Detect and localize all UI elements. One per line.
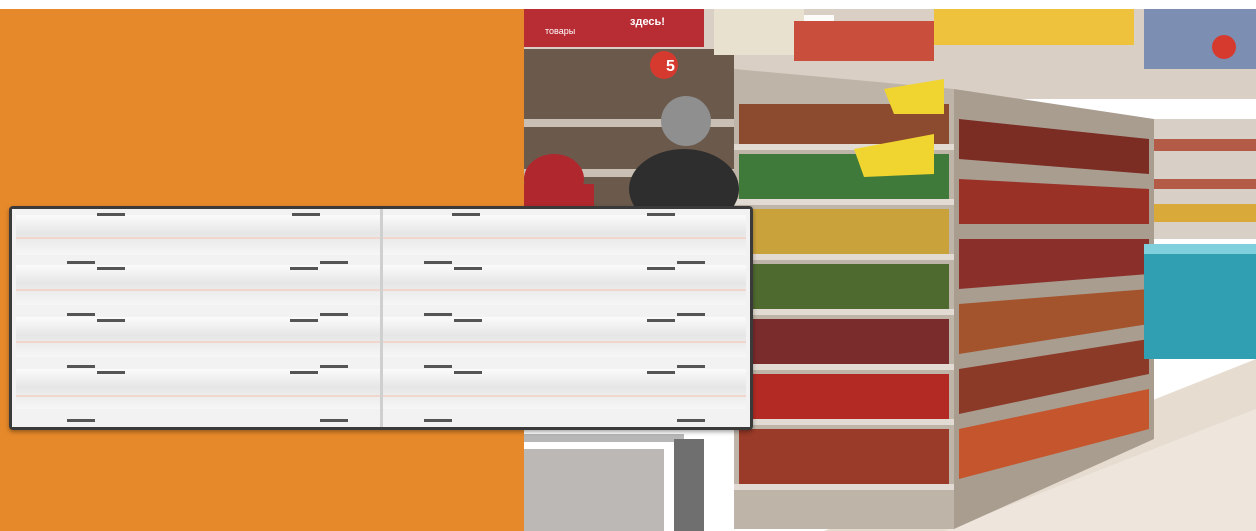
sign-main-text: здесь! xyxy=(630,16,665,28)
freezer xyxy=(1144,244,1256,359)
sign-secondary-text: товары xyxy=(545,26,576,36)
led-light-fixture xyxy=(9,206,753,430)
fixture-diffuser xyxy=(12,209,750,427)
sign-number-text: 5 xyxy=(666,58,675,75)
composite-image: здесь! товары 5 xyxy=(0,0,1256,531)
